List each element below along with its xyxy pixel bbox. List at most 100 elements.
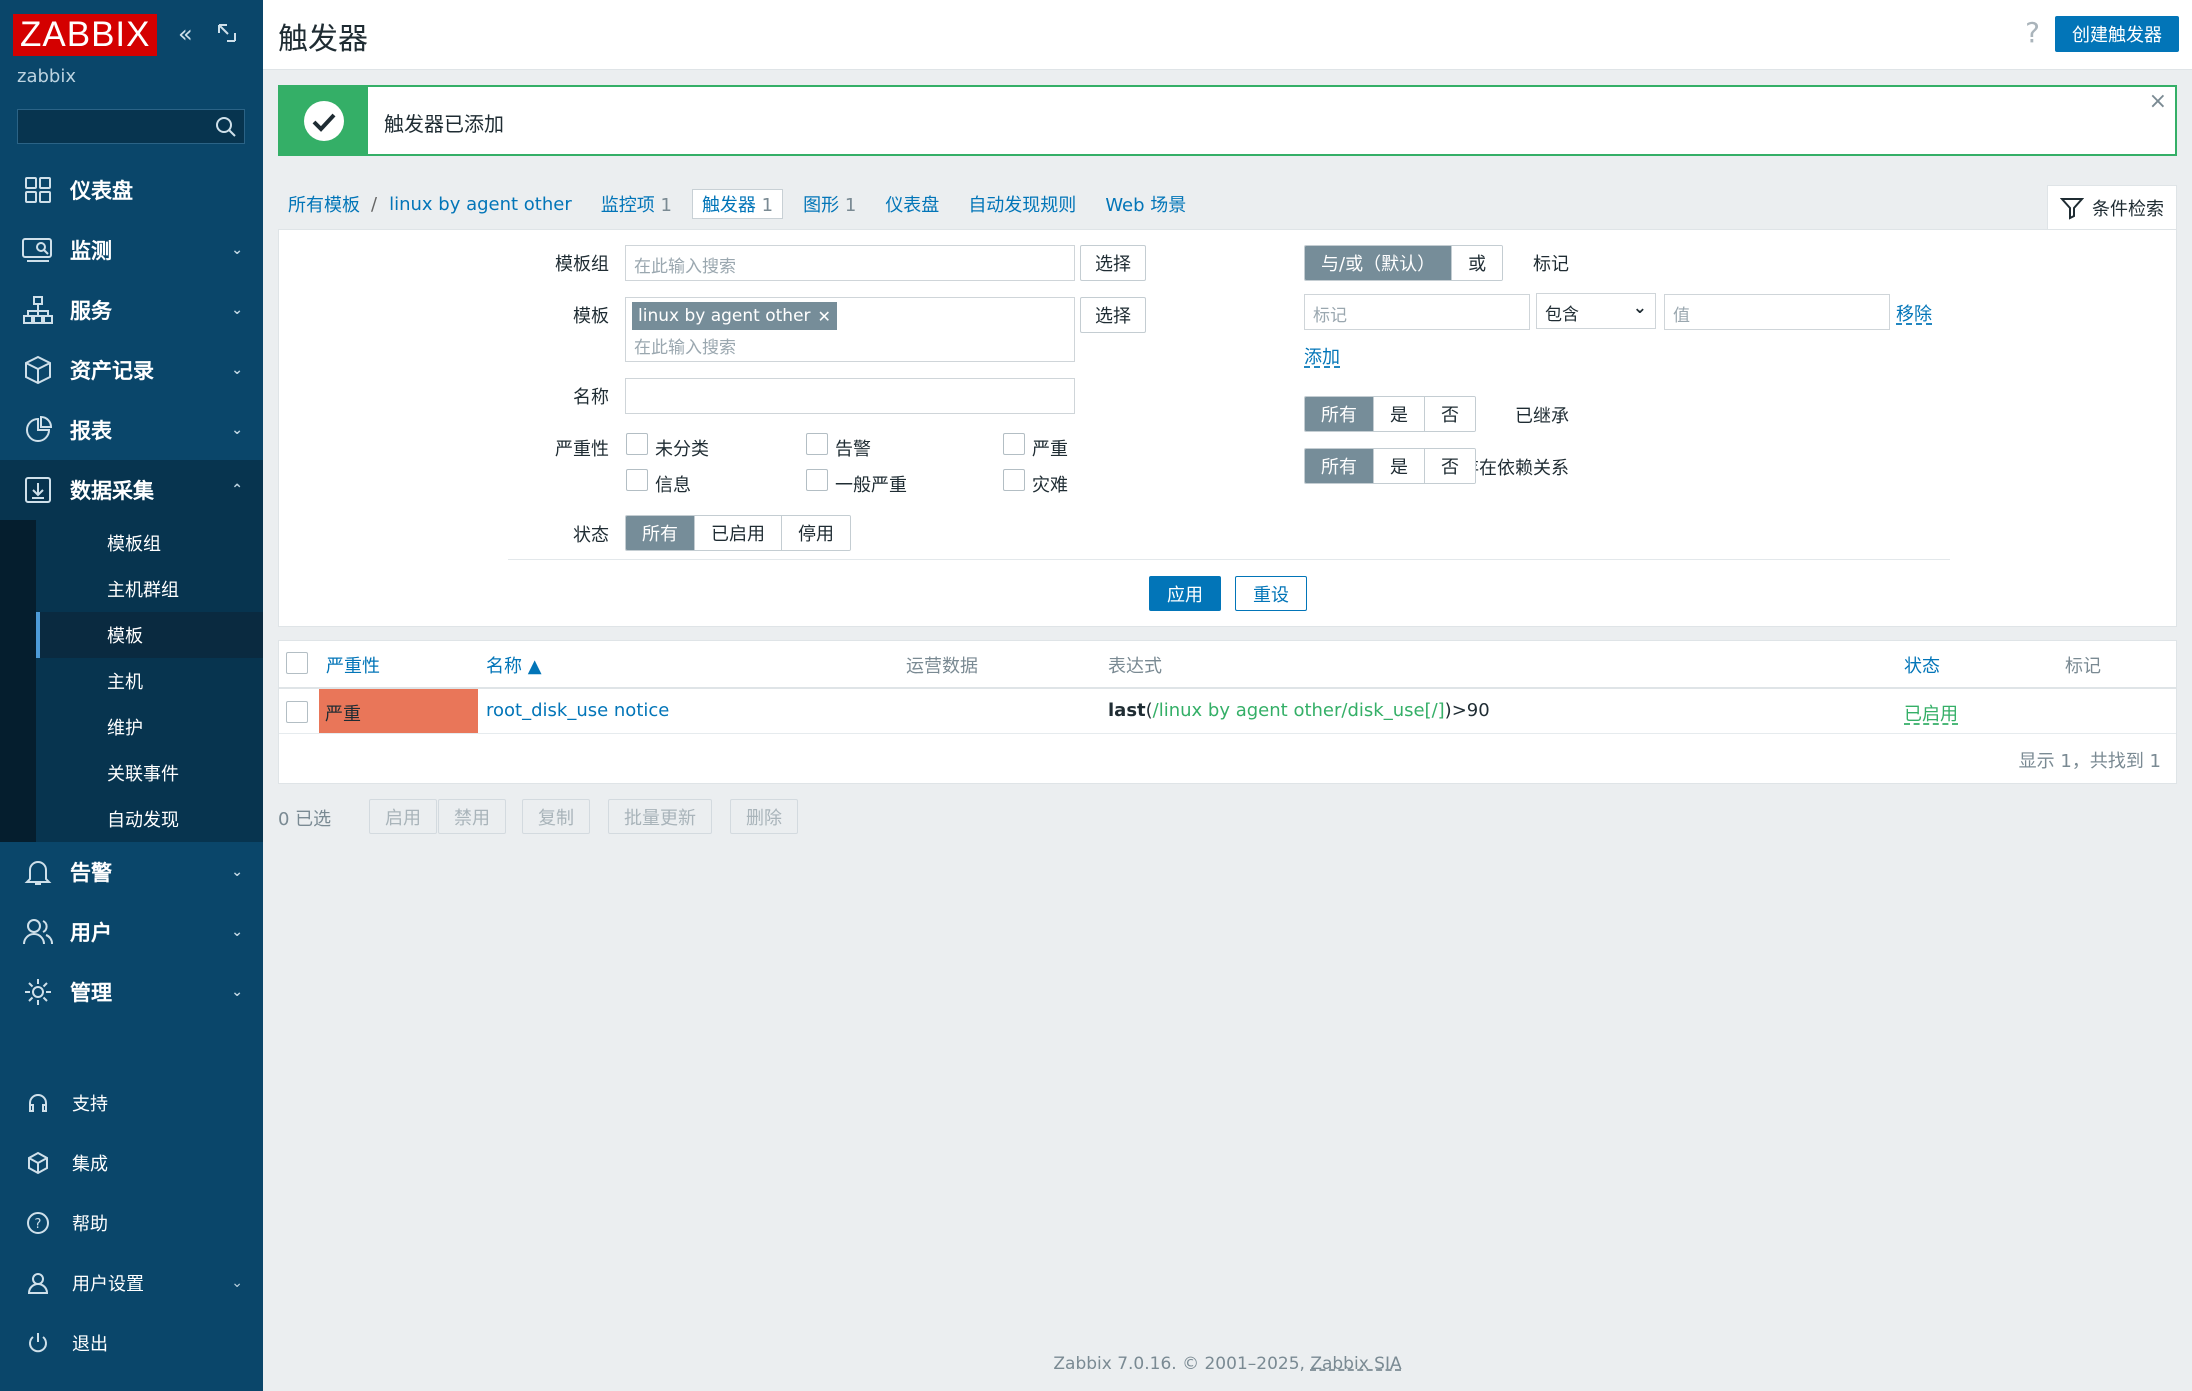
breadcrumb-all-templates[interactable]: 所有模板: [288, 191, 360, 217]
severity-high-checkbox[interactable]: [1003, 433, 1025, 455]
inherited-segmented: 所有 是 否: [1304, 396, 1476, 432]
tab-graphs[interactable]: 图形 1: [803, 191, 856, 217]
nav-services[interactable]: 服务 ⌄: [0, 280, 263, 340]
template-chip[interactable]: linux by agent other ✕: [632, 302, 837, 330]
table-header-divider: [279, 687, 2176, 689]
status-all-option[interactable]: 所有: [626, 516, 694, 550]
trigger-name-link[interactable]: root_disk_use notice: [486, 700, 669, 721]
nav-alerts[interactable]: 告警 ⌄: [0, 842, 263, 902]
tags-mode-segmented: 与/或（默认） 或: [1304, 245, 1504, 281]
breadcrumb-template[interactable]: linux by agent other: [389, 194, 572, 215]
status-enabled-option[interactable]: 已启用: [694, 516, 781, 550]
nav-monitoring[interactable]: 监测 ⌄: [0, 220, 263, 280]
help-icon: ?: [24, 1209, 52, 1237]
tags-and-or-option[interactable]: 与/或（默认）: [1305, 246, 1452, 280]
tag-name-input[interactable]: 标记: [1304, 294, 1530, 330]
collapse-sidebar-icon[interactable]: «: [178, 22, 193, 46]
subnav-templates[interactable]: 模板: [0, 612, 263, 658]
nav-reports-label: 报表: [70, 419, 112, 443]
status-enabled-link[interactable]: 已启用: [1904, 700, 1958, 726]
template-group-label: 模板组: [555, 254, 609, 275]
nav-help-label: 帮助: [72, 1214, 108, 1235]
nav-users[interactable]: 用户 ⌄: [0, 902, 263, 962]
filter-toggle-tab[interactable]: 条件检索: [2047, 185, 2177, 230]
nav-logout[interactable]: 退出: [0, 1313, 263, 1373]
search-icon[interactable]: [214, 115, 238, 144]
subnav-maintenance[interactable]: 维护: [0, 704, 263, 750]
monitoring-icon: [20, 232, 56, 268]
footer-company-link[interactable]: Zabbix SIA: [1310, 1354, 1401, 1374]
nav-inventory[interactable]: 资产记录 ⌄: [0, 340, 263, 400]
column-severity[interactable]: 严重性: [326, 652, 380, 678]
remove-tag-link[interactable]: 移除: [1896, 300, 1932, 326]
column-operational-data: 运营数据: [906, 656, 978, 677]
apply-filter-button[interactable]: 应用: [1149, 576, 1221, 611]
column-name[interactable]: 名称 ▲: [486, 652, 542, 678]
disable-button[interactable]: 禁用: [438, 799, 506, 834]
select-template-button[interactable]: 选择: [1080, 297, 1146, 333]
sidebar: ZABBIX « zabbix 仪表盘 监测 ⌄ 服务 ⌄ 资产记录 ⌄ 报表 …: [0, 0, 263, 1391]
name-input[interactable]: [625, 378, 1075, 414]
inherited-all-option[interactable]: 所有: [1305, 397, 1373, 431]
chevron-down-icon: ⌄: [231, 302, 243, 318]
severity-not-classified-checkbox[interactable]: [626, 433, 648, 455]
nav-help[interactable]: ? 帮助: [0, 1193, 263, 1253]
tab-dashboards[interactable]: 仪表盘: [885, 191, 939, 217]
subnav-hosts[interactable]: 主机: [0, 658, 263, 704]
zabbix-logo[interactable]: ZABBIX: [13, 14, 158, 56]
subnav-template-groups[interactable]: 模板组: [0, 520, 263, 566]
nav-dashboard[interactable]: 仪表盘: [0, 160, 263, 220]
template-group-input[interactable]: 在此输入搜索: [625, 245, 1075, 281]
subnav-discovery[interactable]: 自动发现: [0, 796, 263, 842]
nav-user-settings[interactable]: 用户设置 ⌄: [0, 1253, 263, 1313]
status-disabled-option[interactable]: 停用: [781, 516, 850, 550]
help-question-icon[interactable]: ?: [2025, 16, 2040, 49]
tab-discovery-rules[interactable]: 自动发现规则: [968, 191, 1076, 217]
inherited-no-option[interactable]: 否: [1424, 397, 1475, 431]
severity-high-cell: 严重: [319, 689, 478, 733]
row-checkbox[interactable]: [286, 701, 308, 723]
sidebar-search-input[interactable]: [17, 109, 245, 144]
tab-web-scenarios[interactable]: Web 场景: [1105, 191, 1186, 217]
tab-items[interactable]: 监控项 1: [601, 191, 672, 217]
nav-reports[interactable]: 报表 ⌄: [0, 400, 263, 460]
expression-item-link[interactable]: /linux by agent other/disk_use[/]: [1153, 700, 1445, 721]
inherited-yes-option[interactable]: 是: [1373, 397, 1424, 431]
severity-warning-checkbox[interactable]: [806, 433, 828, 455]
tab-triggers-count: 1: [761, 195, 774, 216]
power-icon: [24, 1329, 52, 1357]
page-title: 触发器: [278, 22, 368, 57]
add-tag-link[interactable]: 添加: [1304, 343, 1340, 369]
copy-button[interactable]: 复制: [522, 799, 590, 834]
subnav-host-groups[interactable]: 主机群组: [0, 566, 263, 612]
severity-average-checkbox[interactable]: [806, 469, 828, 491]
tag-operator-select[interactable]: 包含 ⌄: [1536, 293, 1656, 329]
mass-update-button[interactable]: 批量更新: [608, 799, 712, 834]
tab-triggers[interactable]: 触发器 1: [691, 189, 784, 219]
nav-data-collection[interactable]: 数据采集 ⌃: [0, 460, 263, 520]
dependencies-yes-option[interactable]: 是: [1373, 449, 1424, 483]
nav-administration[interactable]: 管理 ⌄: [0, 962, 263, 1022]
chevron-down-icon: ⌄: [231, 1275, 243, 1291]
tags-or-option[interactable]: 或: [1451, 246, 1503, 280]
dependencies-no-option[interactable]: 否: [1424, 449, 1475, 483]
select-all-checkbox[interactable]: [286, 652, 308, 674]
subnav-event-correlation[interactable]: 关联事件: [0, 750, 263, 796]
delete-button[interactable]: 删除: [730, 799, 798, 834]
select-template-group-button[interactable]: 选择: [1080, 245, 1146, 281]
severity-disaster-checkbox[interactable]: [1003, 469, 1025, 491]
nav-support[interactable]: 支持: [0, 1073, 263, 1133]
create-trigger-button[interactable]: 创建触发器: [2055, 16, 2179, 52]
dependencies-all-option[interactable]: 所有: [1305, 449, 1373, 483]
nav-alerts-label: 告警: [70, 861, 112, 885]
expression-condition: )>90: [1444, 700, 1490, 721]
enable-button[interactable]: 启用: [369, 799, 437, 834]
close-icon[interactable]: ×: [2149, 89, 2167, 114]
tag-value-input[interactable]: 值: [1664, 294, 1890, 330]
column-status[interactable]: 状态: [1904, 652, 1940, 678]
severity-information-checkbox[interactable]: [626, 469, 648, 491]
reset-filter-button[interactable]: 重设: [1235, 576, 1307, 611]
kiosk-mode-icon[interactable]: [216, 22, 238, 48]
remove-chip-icon[interactable]: ✕: [818, 307, 831, 326]
nav-integrations[interactable]: 集成: [0, 1133, 263, 1193]
